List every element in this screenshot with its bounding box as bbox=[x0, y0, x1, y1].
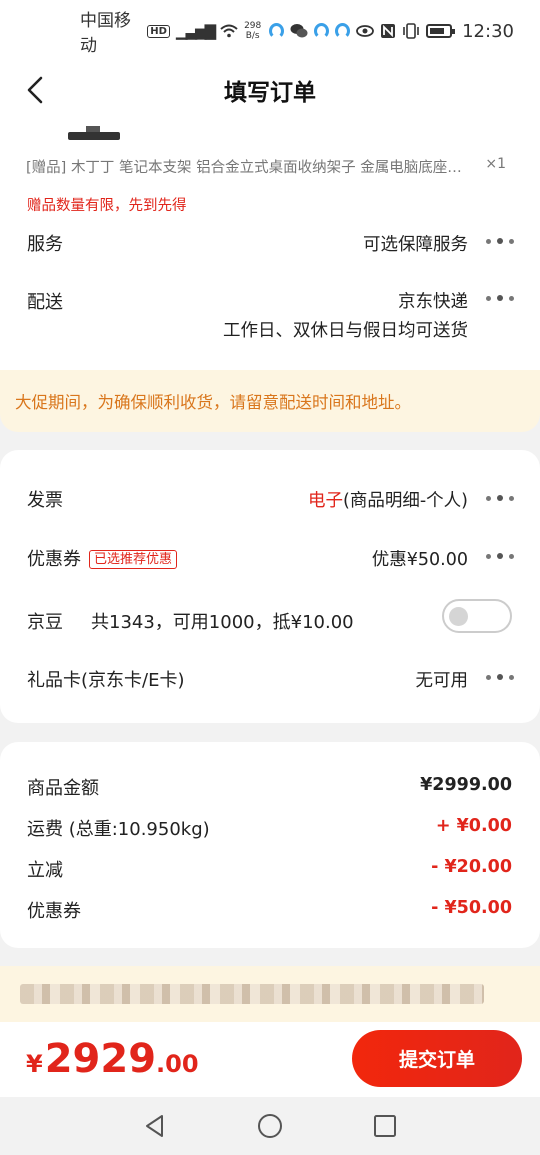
hd-icon: HD bbox=[147, 24, 170, 38]
total-price: ¥ 2929 .00 bbox=[26, 1036, 199, 1082]
top-nav-bar: 填写订单 bbox=[0, 62, 540, 118]
coupon-value[interactable]: 优惠¥50.00 bbox=[372, 546, 468, 571]
jingdou-row: 京豆 共1343，可用1000，抵¥10.00 bbox=[27, 608, 354, 634]
signal-icon: ▁▃▅▇ bbox=[175, 22, 216, 40]
goods-amount-value: ¥2999.00 bbox=[420, 775, 512, 795]
wifi-icon bbox=[220, 22, 238, 40]
discount-label: 立减 bbox=[27, 860, 63, 881]
order-items-card: [赠品] 木丁丁 笔记本支架 铝合金立式桌面收纳架子 金属电脑底座托... ×1… bbox=[0, 118, 540, 370]
more-icon[interactable] bbox=[486, 292, 514, 304]
back-button[interactable] bbox=[20, 74, 50, 106]
system-nav-bar bbox=[0, 1097, 540, 1155]
discount-value: - ¥20.00 bbox=[431, 857, 512, 877]
giftcard-value[interactable]: 无可用 bbox=[416, 667, 469, 692]
wechat-icon bbox=[290, 22, 308, 40]
vibrate-icon bbox=[402, 22, 420, 40]
coupon-deduct-label: 优惠券 bbox=[27, 901, 81, 922]
payment-options-card: 发票 电子(商品明细-个人) 优惠券 已选推荐优惠 优惠¥50.00 京豆 共134… bbox=[0, 450, 540, 723]
app-icon bbox=[314, 23, 330, 39]
clock: 12:30 bbox=[462, 20, 514, 42]
blurred-text bbox=[20, 984, 484, 1004]
delivery-sub: 工作日、双休日与假日均可送货 bbox=[223, 321, 468, 341]
more-icon[interactable] bbox=[486, 671, 514, 683]
delivery-value[interactable]: 京东快递 bbox=[398, 288, 468, 313]
giftcard-label: 礼品卡(京东卡/E卡) bbox=[27, 670, 185, 691]
gift-note: 赠品数量有限，先到先得 bbox=[27, 198, 187, 214]
coupon-badge: 已选推荐优惠 bbox=[89, 550, 178, 569]
circle-home-icon bbox=[258, 1114, 282, 1138]
gift-name: 木丁丁 笔记本支架 铝合金立式桌面收纳架子 金属电脑底座托... bbox=[70, 160, 466, 176]
status-bar: 中国移动 HD ▁▃▅▇ 298 B/s 12:30 bbox=[0, 0, 540, 62]
coupon-deduct-value: - ¥50.00 bbox=[431, 898, 512, 918]
more-icon[interactable] bbox=[486, 550, 514, 562]
gift-qty: ×1 bbox=[485, 156, 506, 172]
jingdou-toggle[interactable] bbox=[442, 599, 512, 633]
gift-item[interactable]: [赠品] 木丁丁 笔记本支架 铝合金立式桌面收纳架子 金属电脑底座托... ×1 bbox=[26, 156, 506, 177]
jingdou-desc: 共1343，可用1000，抵¥10.00 bbox=[91, 612, 354, 633]
product-thumbnail[interactable] bbox=[68, 122, 120, 140]
chevron-left-icon bbox=[27, 76, 43, 104]
eye-icon bbox=[356, 22, 375, 40]
checkout-bar: ¥ 2929 .00 提交订单 bbox=[0, 1022, 540, 1097]
app-icon bbox=[335, 23, 351, 39]
page-title: 填写订单 bbox=[224, 80, 316, 106]
square-recents-icon bbox=[374, 1115, 396, 1137]
nav-recents-button[interactable] bbox=[370, 1111, 400, 1141]
app-icon bbox=[269, 23, 285, 39]
nfc-icon bbox=[380, 22, 396, 40]
promo-notice-text: 大促期间，为确保顺利收货，请留意配送时间和地址。 bbox=[15, 393, 411, 412]
goods-amount-label: 商品金额 bbox=[27, 778, 99, 799]
price-summary-card: 商品金额 ¥2999.00 运费 (总重:10.950kg) + ¥0.00 立… bbox=[0, 742, 540, 948]
promo-notice: 大促期间，为确保顺利收货，请留意配送时间和地址。 bbox=[0, 370, 540, 432]
coupon-row-label: 优惠券 已选推荐优惠 bbox=[27, 545, 178, 571]
blurred-notice bbox=[0, 966, 540, 1022]
gift-tag: [赠品] bbox=[26, 160, 67, 176]
delivery-label: 配送 bbox=[27, 292, 63, 313]
battery-icon bbox=[426, 24, 455, 38]
carrier-name: 中国移动 bbox=[80, 11, 131, 56]
submit-order-button[interactable]: 提交订单 bbox=[352, 1030, 522, 1087]
more-icon[interactable] bbox=[486, 492, 514, 504]
shipping-label: 运费 (总重:10.950kg) bbox=[27, 819, 210, 840]
invoice-label: 发票 bbox=[27, 490, 63, 511]
jingdou-label: 京豆 bbox=[27, 612, 63, 633]
net-speed: 298 B/s bbox=[244, 21, 262, 41]
invoice-value[interactable]: 电子(商品明细-个人) bbox=[308, 487, 468, 512]
triangle-back-icon bbox=[146, 1115, 163, 1137]
shipping-value: + ¥0.00 bbox=[435, 816, 512, 836]
service-label: 服务 bbox=[27, 234, 63, 255]
service-value[interactable]: 可选保障服务 bbox=[363, 231, 468, 256]
nav-home-button[interactable] bbox=[255, 1111, 285, 1141]
more-icon[interactable] bbox=[486, 235, 514, 247]
nav-back-button[interactable] bbox=[140, 1111, 170, 1141]
